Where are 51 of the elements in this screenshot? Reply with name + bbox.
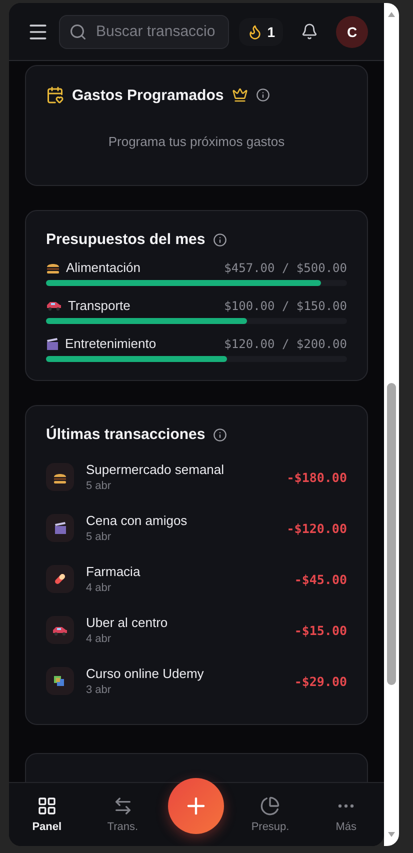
budget-amount: $100.00 / $150.00 xyxy=(224,298,347,312)
empty-message: Programa tus próximos gastos xyxy=(107,134,286,149)
arrows-icon xyxy=(112,796,133,816)
car-icon xyxy=(46,300,62,311)
budget-category: Alimentación xyxy=(66,260,142,275)
notifications-button[interactable] xyxy=(301,23,318,40)
calendar-icon xyxy=(46,86,64,104)
transaction-name: Uber al centro xyxy=(86,615,169,630)
transaction-date: 3 abr xyxy=(86,684,112,696)
transaction-date: 4 abr xyxy=(86,582,112,594)
user-avatar[interactable]: C xyxy=(336,16,368,48)
burger-icon xyxy=(46,261,60,274)
transaction-name: Cena con amigos xyxy=(86,513,188,528)
books-icon xyxy=(53,674,67,688)
transaction-date: 4 abr xyxy=(86,633,112,645)
budget-amount: $457.00 / $500.00 xyxy=(224,260,347,274)
info-icon[interactable] xyxy=(213,232,228,246)
clapperboard-icon xyxy=(54,521,66,535)
car-icon xyxy=(52,624,68,636)
transaction-amount: -$29.00 xyxy=(294,674,347,688)
nav-tab[interactable]: Panel xyxy=(16,796,77,833)
crown-icon xyxy=(232,87,248,103)
search-field[interactable]: Buscar transaccio xyxy=(59,14,230,48)
transaction-name: Curso online Udemy xyxy=(86,666,205,681)
search-icon xyxy=(69,22,87,40)
card-title: Últimas transacciones xyxy=(46,426,206,443)
scrollbar[interactable] xyxy=(384,3,399,846)
add-button[interactable] xyxy=(168,778,224,834)
clapperboard-icon xyxy=(46,336,59,350)
nav-tab[interactable]: Presup. xyxy=(240,796,300,833)
budget-category: Transporte xyxy=(68,298,132,313)
dashboard-icon xyxy=(36,796,57,816)
info-icon[interactable] xyxy=(213,428,228,442)
budget-amount: $120.00 / $200.00 xyxy=(224,336,347,350)
transaction-amount: -$15.00 xyxy=(294,622,347,638)
pie-chart-icon xyxy=(260,796,280,816)
info-icon[interactable] xyxy=(256,88,270,102)
nav-tab[interactable]: Trans. xyxy=(92,796,153,833)
transaction-amount: -$45.00 xyxy=(294,572,347,586)
transaction-date: 5 abr xyxy=(86,531,112,543)
card-title: Gastos Programados xyxy=(72,86,224,104)
more-icon xyxy=(338,804,354,808)
transaction-amount: -$180.00 xyxy=(286,470,347,484)
transaction-name: Supermercado semanal xyxy=(86,462,226,477)
streak-badge[interactable]: 1 xyxy=(239,18,283,46)
nav-tab[interactable]: Más xyxy=(316,796,376,833)
budget-category: Entretenimiento xyxy=(65,336,158,351)
transaction-name: Farmacia xyxy=(86,564,142,579)
card-title: Presupuestos del mes xyxy=(46,231,206,248)
transaction-amount: -$120.00 xyxy=(286,520,347,536)
transaction-date: 5 abr xyxy=(86,480,112,492)
